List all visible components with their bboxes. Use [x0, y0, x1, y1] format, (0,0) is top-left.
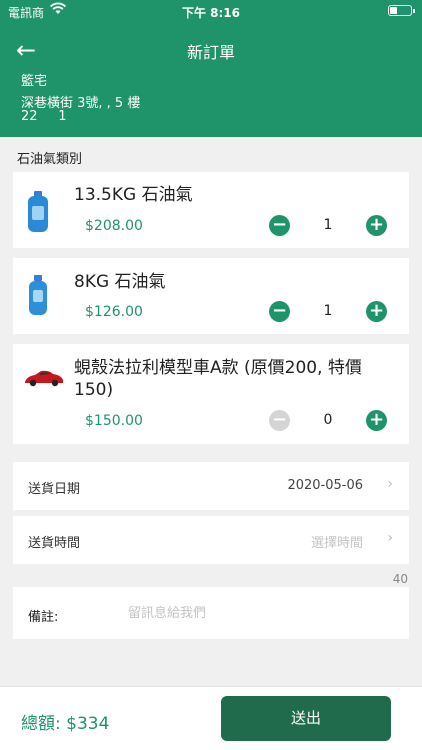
delivery-time-placeholder: 選擇時間 [310, 536, 363, 551]
product-price: $150.00 [85, 413, 143, 429]
delivery-date-label: 送貨日期 [28, 482, 81, 497]
battery-icon [388, 5, 415, 16]
submit-button[interactable]: 送出 [221, 696, 391, 741]
note-char-counter: 40 [392, 572, 408, 586]
delivery-time-row[interactable]: 送貨時間 選擇時間 › [13, 516, 409, 564]
product-price: $208.00 [85, 218, 143, 234]
quantity-value: 1 [323, 217, 333, 233]
product-name: 8KG 石油氣 [74, 272, 166, 292]
section-label: 石油氣類別 [17, 152, 83, 167]
red-car-icon [23, 368, 65, 388]
note-row: 備註: [13, 587, 409, 639]
address-line-unit: 22 1 [21, 109, 67, 124]
delivery-date-value: 2020-05-06 [287, 478, 363, 493]
product-card: 8KG 石油氣 $126.00 − 1 + [13, 258, 409, 334]
header-bar: 電訊商 下午 8:16 ← 新訂單 籃宅 深巷橫街 3號, , 5 樓 22 1 [0, 0, 422, 137]
increase-quantity-button[interactable]: + [366, 215, 387, 236]
note-label: 備註: [28, 610, 59, 625]
product-card: 蜆殼法拉利模型車A款 (原價200, 特價150) $150.00 − 0 + [13, 344, 409, 444]
lpg-cylinder-icon [23, 190, 53, 234]
lpg-cylinder-icon [23, 274, 53, 318]
quantity-value: 0 [323, 412, 333, 428]
order-total: 總額: $334 [21, 714, 110, 734]
product-card: 13.5KG 石油氣 $208.00 − 1 + [13, 172, 409, 248]
product-name: 13.5KG 石油氣 [74, 185, 193, 205]
decrease-quantity-button[interactable]: − [269, 301, 290, 322]
delivery-date-row[interactable]: 送貨日期 2020-05-06 › [13, 462, 409, 510]
status-time: 下午 8:16 [181, 6, 241, 20]
product-name: 蜆殼法拉利模型車A款 (原價200, 特價150) [74, 358, 362, 400]
decrease-quantity-button[interactable]: − [269, 215, 290, 236]
delivery-time-label: 送貨時間 [28, 536, 81, 551]
page-title: 新訂單 [186, 43, 235, 62]
product-price: $126.00 [85, 304, 143, 320]
chevron-right-icon: › [387, 476, 393, 492]
footer-bar: 總額: $334 送出 [0, 686, 422, 750]
address-line-name: 籃宅 [21, 74, 48, 89]
decrease-quantity-button[interactable]: − [269, 410, 290, 431]
note-input[interactable] [128, 599, 388, 627]
quantity-value: 1 [323, 303, 333, 319]
status-bar: 電訊商 下午 8:16 [0, 0, 422, 22]
chevron-right-icon: › [387, 530, 393, 546]
increase-quantity-button[interactable]: + [366, 301, 387, 322]
increase-quantity-button[interactable]: + [366, 410, 387, 431]
